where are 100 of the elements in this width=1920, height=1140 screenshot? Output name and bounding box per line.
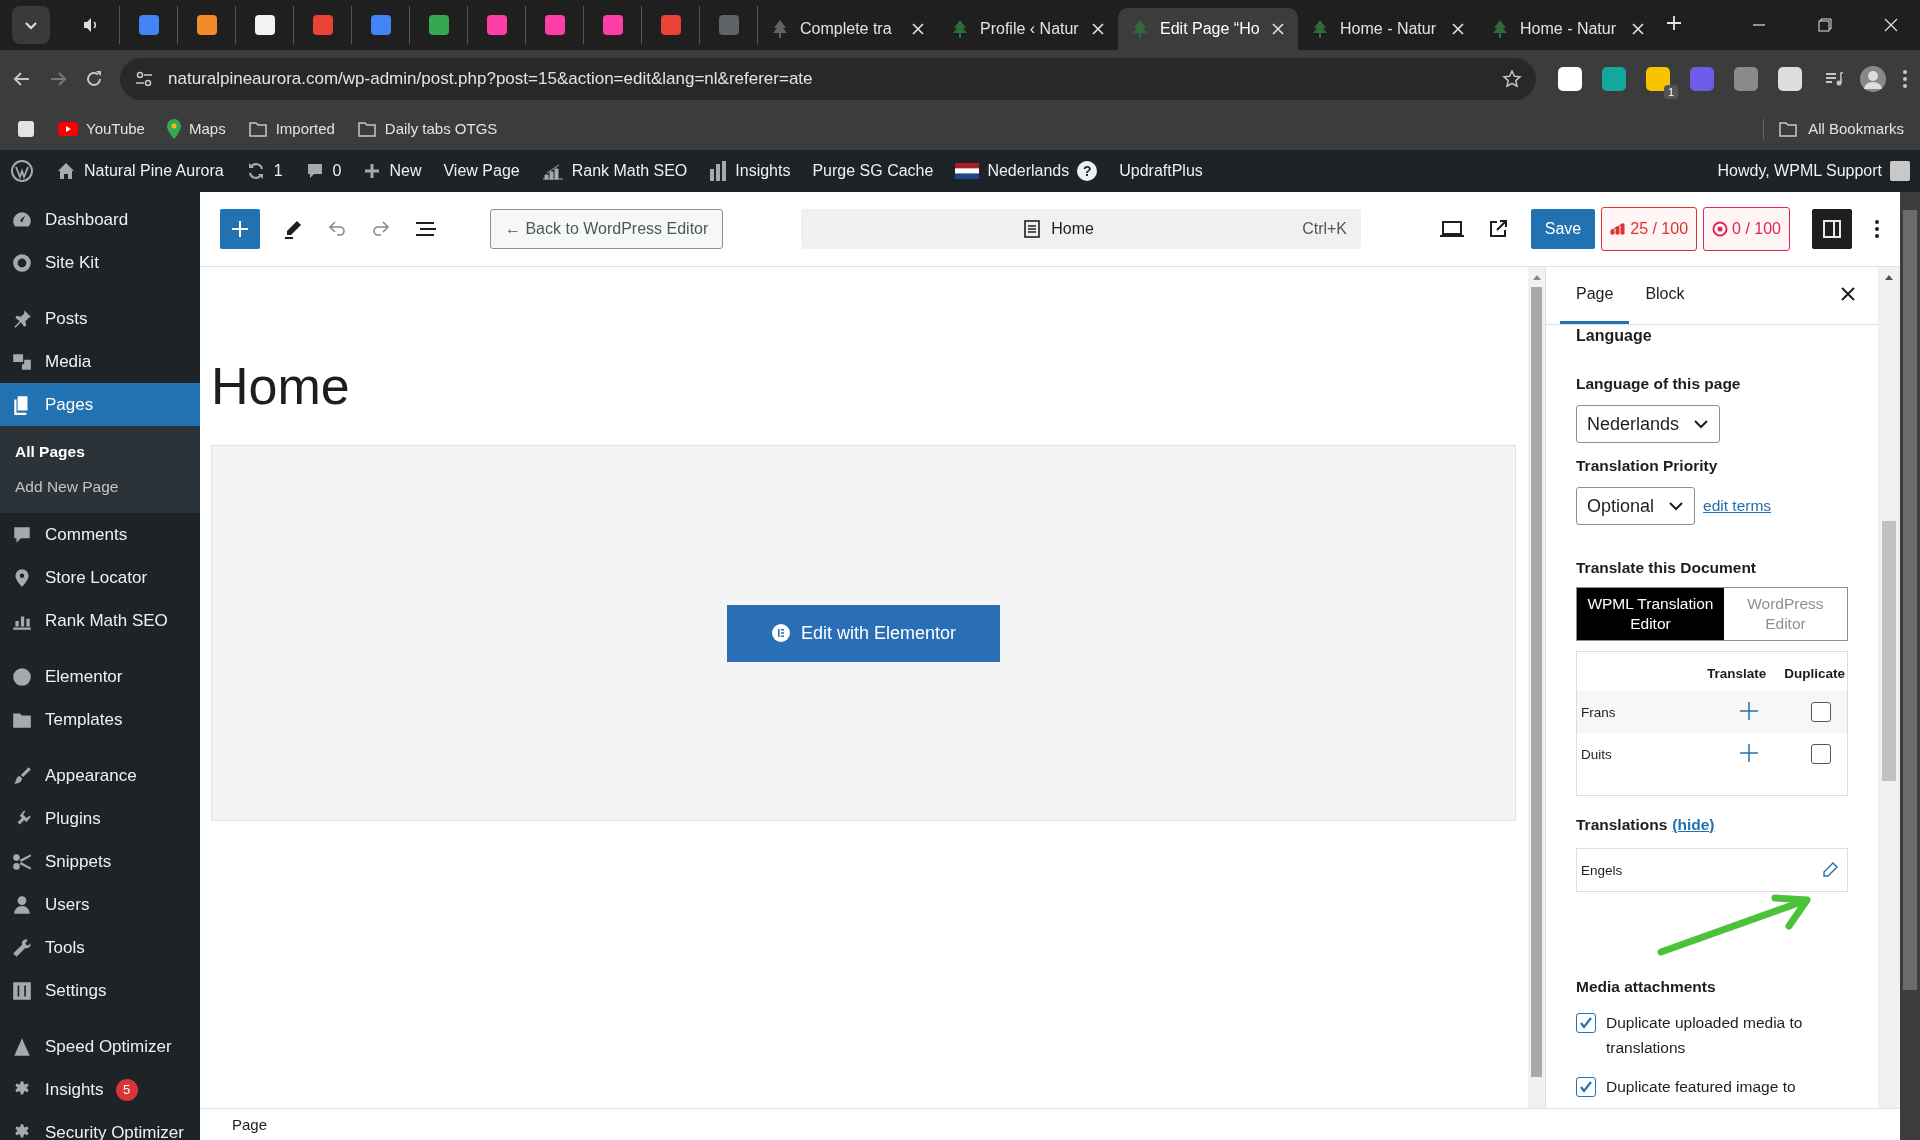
editor-mode-tab[interactable]: WPML Translation Editor <box>1577 588 1724 640</box>
browser-tab[interactable]: Complete tra <box>758 8 938 50</box>
sidebar-item[interactable]: Elementor <box>0 655 200 698</box>
sidebar-item[interactable]: Site Kit <box>0 241 200 284</box>
plus-icon[interactable] <box>1739 700 1759 721</box>
duplicate-checkbox[interactable] <box>1811 702 1831 722</box>
page-title[interactable]: Home <box>211 355 1516 418</box>
scrollbar-thumb[interactable] <box>1903 210 1917 990</box>
browser-tab[interactable]: Profile ‹ Natur <box>938 8 1118 50</box>
tab-search-button[interactable] <box>12 6 50 44</box>
sidebar-item[interactable]: Dashboard <box>0 198 200 241</box>
plus-icon[interactable] <box>1739 742 1759 763</box>
extension-icon[interactable] <box>1558 66 1582 91</box>
sidebar-item[interactable]: Insights 5 <box>0 1068 200 1111</box>
arrow-up-icon[interactable] <box>1884 273 1894 281</box>
admin-bar-item[interactable]: 0 <box>304 161 342 181</box>
panel-tab[interactable]: Block <box>1629 267 1701 324</box>
bookmark[interactable]: All Bookmarks <box>1763 118 1904 139</box>
duplicate-checkbox[interactable] <box>1811 744 1831 764</box>
options-icon[interactable] <box>1874 219 1880 239</box>
sidebar-item[interactable]: Plugins <box>0 797 200 840</box>
sidebar-item[interactable]: Media <box>0 340 200 383</box>
sidebar-toggle-button[interactable] <box>1812 209 1852 249</box>
sidebar-item[interactable]: Pages <box>0 383 200 426</box>
submenu-item[interactable]: All Pages <box>0 434 200 469</box>
submenu-item[interactable]: Add New Page <box>0 469 200 504</box>
sidebar-item[interactable]: Users <box>0 883 200 926</box>
sidebar-item[interactable]: Posts <box>0 297 200 340</box>
admin-bar-item[interactable]: Purge SG Cache <box>812 162 934 180</box>
edit-terms-link[interactable]: edit terms <box>1703 497 1772 515</box>
help-icon[interactable]: ? <box>1077 161 1098 181</box>
reload-icon[interactable] <box>84 68 104 89</box>
chevron-down-icon <box>1668 499 1685 513</box>
sidebar-item[interactable]: Snippets <box>0 840 200 883</box>
plus-icon <box>363 162 382 180</box>
seo-score-badge[interactable]: 25 / 100 <box>1601 207 1698 251</box>
pen-icon[interactable] <box>282 218 304 240</box>
profile-avatar[interactable] <box>1860 65 1886 92</box>
scrollbar[interactable] <box>1878 267 1900 1108</box>
new-tab-icon[interactable] <box>1666 15 1682 31</box>
edit-with-elementor-button[interactable]: Edit with Elementor <box>727 604 1000 662</box>
checkbox[interactable] <box>1576 1077 1596 1097</box>
pencil-icon[interactable] <box>1821 861 1839 879</box>
sidebar-item[interactable]: Appearance <box>0 754 200 797</box>
logo-icon[interactable] <box>10 159 34 183</box>
scrollbar[interactable] <box>1900 192 1920 1140</box>
chevron-down-icon <box>1693 417 1710 431</box>
admin-bar-item[interactable]: Insights <box>709 161 791 181</box>
admin-bar-item[interactable]: Nederlands ? <box>955 161 1098 181</box>
admin-bar-item[interactable]: 1 <box>245 161 283 181</box>
admin-bar-item[interactable]: Rank Math SEO <box>541 161 688 181</box>
save-button[interactable]: Save <box>1530 209 1596 249</box>
seo-score-badge[interactable]: 0 / 100 <box>1703 207 1790 251</box>
sidebar-item[interactable]: Templates <box>0 698 200 741</box>
laptop-icon[interactable] <box>1438 218 1465 240</box>
hide-link[interactable]: (hide) <box>1672 816 1715 834</box>
sidebar-item[interactable]: Settings <box>0 969 200 1012</box>
circle-icon <box>11 665 33 688</box>
priority-select[interactable]: Optional <box>1576 487 1696 525</box>
scrollbar[interactable] <box>1528 267 1545 1108</box>
bookmark[interactable]: Imported <box>247 118 335 139</box>
admin-bar-item[interactable]: View Page <box>443 162 520 180</box>
sidebar-item[interactable]: Store Locator <box>0 556 200 599</box>
arrow-up-icon[interactable] <box>1531 273 1542 281</box>
add-block-button[interactable] <box>220 209 260 249</box>
sidebar-item[interactable]: Comments <box>0 513 200 556</box>
map-pin-icon <box>166 118 181 139</box>
restore-icon[interactable] <box>1818 18 1832 32</box>
sidebar-item[interactable]: Tools <box>0 926 200 969</box>
admin-bar-item[interactable]: Natural Pine Aurora <box>56 161 224 181</box>
browser-tab[interactable]: Home - Natur <box>1478 8 1658 50</box>
admin-bar-item[interactable]: UpdraftPlus <box>1119 162 1203 180</box>
command-bar[interactable]: Home Ctrl+K <box>801 209 1362 249</box>
browser-tab[interactable]: Edit Page “Ho <box>1118 8 1298 50</box>
bookmark[interactable]: Daily tabs OTGS <box>356 118 498 139</box>
extension-icon[interactable] <box>1778 66 1802 91</box>
sidebar-item[interactable]: Rank Math SEO <box>0 599 200 642</box>
sidebar-icon <box>1822 219 1842 239</box>
breadcrumb[interactable]: Page <box>232 1116 268 1133</box>
bookmark[interactable]: Maps <box>166 118 226 139</box>
address-bar[interactable]: naturalpineaurora.com/wp-admin/post.php?post=15&action=edit&lang=nl&referer=ate <box>120 57 1536 100</box>
field-label: Translation Priority <box>1576 457 1719 475</box>
scrollbar-thumb[interactable] <box>1882 521 1896 781</box>
bookmark[interactable]: YouTube <box>58 120 145 137</box>
section-heading: Translations <box>1576 816 1668 834</box>
admin-bar-item[interactable]: New <box>363 162 422 180</box>
apps-icon[interactable] <box>16 118 36 139</box>
sidebar-item[interactable]: Speed Optimizer <box>0 1025 200 1068</box>
browser-tab[interactable]: Home - Natur <box>1298 8 1478 50</box>
star-icon[interactable] <box>1502 68 1522 89</box>
close-icon[interactable] <box>1840 285 1856 302</box>
language-name: Frans <box>1581 704 1617 720</box>
admin-bar-item[interactable]: Howdy, WPML Support <box>1717 161 1910 181</box>
language-select[interactable]: Nederlands <box>1576 405 1721 443</box>
extension-icon[interactable] <box>1646 66 1670 91</box>
back-button[interactable]: ← Back to WordPress Editor <box>490 209 724 249</box>
panel-tab[interactable]: Page <box>1560 267 1630 324</box>
scrollbar-thumb[interactable] <box>1531 287 1542 1077</box>
menu-icon[interactable] <box>1902 68 1908 89</box>
checkbox[interactable] <box>1576 1013 1596 1033</box>
